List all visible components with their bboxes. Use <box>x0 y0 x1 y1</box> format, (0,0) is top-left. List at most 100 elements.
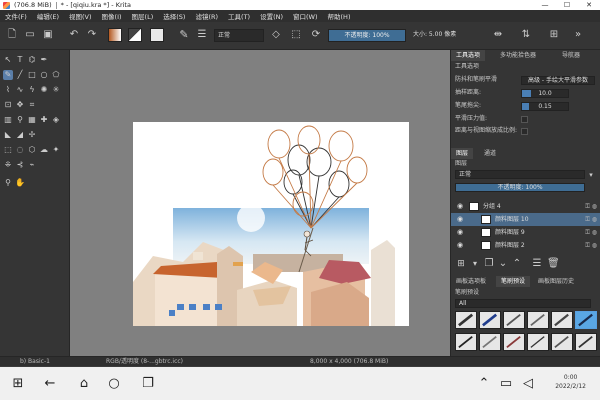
polygon-tool-icon[interactable]: ⬠ <box>51 70 61 80</box>
brush-preset-item[interactable] <box>551 333 573 351</box>
layer-blend-mode-select[interactable]: 正常 <box>455 170 585 179</box>
multibrush-icon[interactable]: ✳ <box>51 85 61 95</box>
layer-lock-icon[interactable]: ⚿ ◍ <box>585 226 597 239</box>
delete-layer-icon[interactable]: 🗑 <box>547 258 560 270</box>
brush-preset-item[interactable] <box>503 311 525 329</box>
layer-options-icon[interactable]: ▾ <box>469 258 481 270</box>
canvas-area[interactable] <box>70 50 450 356</box>
brush-tag-filter-select[interactable]: All <box>455 299 591 308</box>
gradient-selector[interactable] <box>108 28 122 42</box>
menu-edit[interactable]: 编辑(E) <box>32 11 64 21</box>
brush-preset-item[interactable] <box>551 311 573 329</box>
layer-row[interactable]: ◉ 分组 4 ⚿ ◍ <box>451 200 600 213</box>
brush-preset-icon[interactable]: ✎ <box>178 29 190 41</box>
menu-layer[interactable]: 图层(L) <box>127 11 159 21</box>
eraser-mode-icon[interactable]: ◇ <box>270 29 282 41</box>
layer-opacity-slider[interactable]: 不透明度: 100% <box>455 183 585 192</box>
layer-row-selected[interactable]: ◉ 颜料图层 10 ⚿ ◍ <box>451 213 600 226</box>
layer-properties-icon[interactable]: ☰ <box>531 258 543 270</box>
menu-tools[interactable]: 工具(T) <box>223 11 255 21</box>
menu-window[interactable]: 窗口(W) <box>288 11 323 21</box>
blend-mode-select[interactable]: 正常 <box>214 29 264 42</box>
polygon-select-icon[interactable]: ⬡ <box>27 145 37 155</box>
rectangle-tool-icon[interactable]: □ <box>27 70 37 80</box>
color-sampler-icon[interactable]: ⚲ <box>15 115 25 125</box>
mirror-vertical-icon[interactable]: ⇅ <box>520 29 532 41</box>
pan-tool-icon[interactable]: ✋ <box>15 178 25 188</box>
brush-preset-item-selected[interactable] <box>575 311 597 329</box>
tab-palette[interactable]: 画板选项板 <box>451 276 491 287</box>
start-menu-icon[interactable]: ⊞ <box>10 376 26 392</box>
maximize-button[interactable]: ☐ <box>556 1 578 9</box>
transform-tool-icon[interactable]: ⊡ <box>3 100 13 110</box>
tab-layers[interactable]: 图层 <box>451 148 474 159</box>
edit-shapes-icon[interactable]: ⌬ <box>27 55 37 65</box>
menu-select[interactable]: 选择(S) <box>158 11 190 21</box>
polyline-tool-icon[interactable]: ⌇ <box>3 85 13 95</box>
bezier-select-icon[interactable]: ⊰ <box>15 160 25 170</box>
minimize-button[interactable]: — <box>534 1 556 9</box>
menu-view[interactable]: 视图(V) <box>64 11 97 21</box>
tray-icon[interactable]: ▭ <box>498 376 514 392</box>
bezier-tool-icon[interactable]: ∿ <box>15 85 25 95</box>
text-tool-icon[interactable]: T <box>15 55 25 65</box>
brush-preset-item[interactable] <box>527 333 549 351</box>
menu-image[interactable]: 图像(I) <box>97 11 127 21</box>
tab-navigator[interactable]: 导航器 <box>557 50 585 61</box>
dynamic-brush-icon[interactable]: ✺ <box>39 85 49 95</box>
menu-settings[interactable]: 设置(N) <box>255 11 288 21</box>
layer-row[interactable]: ◉ 颜料图层 9 ⚿ ◍ <box>451 226 600 239</box>
new-document-icon[interactable]: 🗋 <box>6 29 18 41</box>
zoom-tool-icon[interactable]: ⚲ <box>3 178 13 188</box>
freehand-path-icon[interactable]: ϟ <box>27 85 37 95</box>
ellipse-tool-icon[interactable]: ○ <box>39 70 49 80</box>
layer-lock-icon[interactable]: ⚿ ◍ <box>585 213 597 226</box>
save-icon[interactable]: ▣ <box>42 29 54 41</box>
reference-tool-icon[interactable]: ✢ <box>27 130 37 140</box>
fill-tool-icon[interactable]: ◈ <box>51 115 61 125</box>
colorize-mask-icon[interactable]: ▦ <box>27 115 37 125</box>
back-arrow-icon[interactable]: ← <box>42 376 58 392</box>
select-shapes-icon[interactable]: ↖ <box>3 55 13 65</box>
volume-icon[interactable]: ◁ <box>520 376 536 392</box>
visibility-eye-icon[interactable]: ◉ <box>455 200 465 213</box>
layer-lock-icon[interactable]: ⚿ ◍ <box>585 239 597 252</box>
tab-color-selector[interactable]: 多功能拾色器 <box>495 50 541 61</box>
rect-select-icon[interactable]: ⬚ <box>3 145 13 155</box>
scalable-checkbox[interactable] <box>521 128 528 135</box>
visibility-eye-icon[interactable]: ◉ <box>455 226 465 239</box>
freehand-brush-icon[interactable]: ✎ <box>3 70 13 80</box>
pressure-checkbox[interactable] <box>521 116 528 123</box>
document-canvas[interactable] <box>133 122 409 326</box>
calligraphy-icon[interactable]: ✒ <box>39 55 49 65</box>
brush-preset-item[interactable] <box>455 333 477 351</box>
measure-tool-icon[interactable]: ◢ <box>15 130 25 140</box>
workspace-chooser-icon[interactable]: ⊞ <box>548 29 560 41</box>
redo-icon[interactable]: ↷ <box>86 29 98 41</box>
move-layer-up-icon[interactable]: ⌃ <box>511 258 523 270</box>
opacity-slider[interactable]: 不透明度: 100% <box>328 29 406 42</box>
task-view-icon[interactable]: ❐ <box>140 376 156 392</box>
foreground-color-swatch[interactable] <box>150 28 164 42</box>
tab-channels[interactable]: 通道 <box>479 148 501 159</box>
visibility-eye-icon[interactable]: ◉ <box>455 239 465 252</box>
gradient-tool-icon[interactable]: ▥ <box>3 115 13 125</box>
preserve-alpha-icon[interactable]: ⬚ <box>290 29 302 41</box>
brush-preset-item[interactable] <box>479 333 501 351</box>
close-button[interactable]: ✕ <box>578 1 600 9</box>
tab-brush-presets[interactable]: 笔刷预设 <box>496 276 531 287</box>
layer-row[interactable]: ◉ 颜料图层 2 ⚿ ◍ <box>451 239 600 252</box>
menu-filter[interactable]: 滤镜(R) <box>190 11 223 21</box>
distance-spinbox[interactable]: 10.0 <box>521 89 569 98</box>
mirror-horizontal-icon[interactable]: ⇹ <box>492 29 504 41</box>
visibility-eye-icon[interactable]: ◉ <box>455 213 465 226</box>
tab-history[interactable]: 画板图层历史 <box>533 276 579 287</box>
smart-patch-icon[interactable]: ✚ <box>39 115 49 125</box>
notifications-icon[interactable]: ⌃ <box>476 376 492 392</box>
brush-editor-icon[interactable]: ☰ <box>196 29 208 41</box>
layer-filter-icon[interactable]: ▾ <box>587 169 595 181</box>
menu-help[interactable]: 帮助(H) <box>323 11 356 21</box>
undo-icon[interactable]: ↶ <box>68 29 80 41</box>
open-folder-icon[interactable]: ▭ <box>24 29 36 41</box>
toolbar-overflow-icon[interactable]: » <box>572 29 584 41</box>
